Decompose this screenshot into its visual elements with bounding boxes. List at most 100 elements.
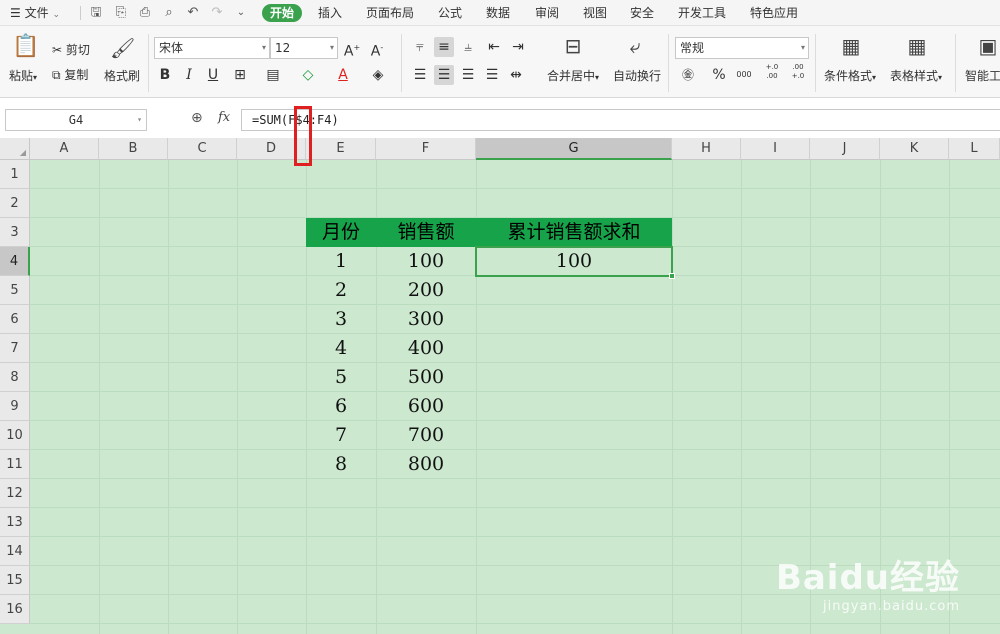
- customize-dropdown-icon[interactable]: ⌄: [233, 5, 249, 21]
- row-header-15[interactable]: 15: [0, 566, 30, 595]
- cell-G7[interactable]: [476, 334, 672, 363]
- decrease-decimal-button[interactable]: .00 +.0: [786, 63, 810, 83]
- row-header-1[interactable]: 1: [0, 160, 30, 189]
- align-top-icon[interactable]: ⫧: [410, 37, 430, 57]
- active-cell-selection[interactable]: [475, 246, 675, 279]
- column-header-F[interactable]: F: [376, 138, 476, 160]
- fill-color-icon[interactable]: ◇: [298, 65, 318, 85]
- column-header-E[interactable]: E: [306, 138, 376, 160]
- cell-G6[interactable]: [476, 305, 672, 334]
- row-header-4[interactable]: 4: [0, 247, 30, 276]
- align-right-icon[interactable]: ☰: [458, 65, 478, 85]
- increase-decimal-button[interactable]: +.0 .00: [760, 63, 784, 83]
- borders-icon[interactable]: ⊞: [230, 65, 250, 85]
- percent-button[interactable]: %: [709, 65, 729, 85]
- conditional-format-button[interactable]: 条件格式▾: [824, 67, 876, 84]
- row-header-6[interactable]: 6: [0, 305, 30, 334]
- column-header-L[interactable]: L: [949, 138, 1000, 160]
- eraser-icon[interactable]: ◈: [368, 65, 388, 85]
- cell-E11[interactable]: 8: [306, 450, 376, 479]
- align-bottom-icon[interactable]: ⫨: [458, 37, 478, 57]
- number-format-select[interactable]: 常规 ▾: [675, 37, 809, 59]
- tab-4[interactable]: 数据: [486, 0, 510, 26]
- row-header-7[interactable]: 7: [0, 334, 30, 363]
- cell-G10[interactable]: [476, 421, 672, 450]
- cell-F5[interactable]: 200: [376, 276, 476, 305]
- tab-9[interactable]: 特色应用: [750, 0, 798, 26]
- cell-F9[interactable]: 600: [376, 392, 476, 421]
- row-header-11[interactable]: 11: [0, 450, 30, 479]
- column-header-B[interactable]: B: [99, 138, 168, 160]
- fill-handle[interactable]: [669, 273, 675, 279]
- tab-7[interactable]: 安全: [630, 0, 654, 26]
- function-button[interactable]: fx: [218, 110, 230, 125]
- row-header-8[interactable]: 8: [0, 363, 30, 392]
- italic-button[interactable]: I: [179, 65, 199, 85]
- tab-5[interactable]: 审阅: [535, 0, 559, 26]
- cut-button[interactable]: ✂ 剪切: [52, 41, 90, 58]
- row-header-2[interactable]: 2: [0, 189, 30, 218]
- cell-E8[interactable]: 5: [306, 363, 376, 392]
- column-header-H[interactable]: H: [672, 138, 741, 160]
- undo-icon[interactable]: ↶: [185, 5, 201, 21]
- row-header-5[interactable]: 5: [0, 276, 30, 305]
- cell-F11[interactable]: 800: [376, 450, 476, 479]
- column-header-K[interactable]: K: [880, 138, 949, 160]
- font-size-select[interactable]: 12 ▾: [270, 37, 338, 59]
- cell-E5[interactable]: 2: [306, 276, 376, 305]
- underline-button[interactable]: U: [203, 65, 223, 85]
- table-header-sales[interactable]: 销售额: [376, 218, 476, 247]
- column-header-I[interactable]: I: [741, 138, 810, 160]
- format-painter-icon[interactable]: ⎘: [113, 5, 129, 21]
- paste-button[interactable]: 粘贴▾: [9, 67, 37, 84]
- row-header-16[interactable]: 16: [0, 595, 30, 624]
- column-header-C[interactable]: C: [168, 138, 237, 160]
- paste-icon[interactable]: 📋: [12, 34, 39, 60]
- cell-F10[interactable]: 700: [376, 421, 476, 450]
- wrap-text-button[interactable]: 自动换行: [613, 67, 661, 84]
- select-all-corner[interactable]: ◢: [0, 138, 30, 160]
- cell-E7[interactable]: 4: [306, 334, 376, 363]
- row-header-13[interactable]: 13: [0, 508, 30, 537]
- tab-1[interactable]: 插入: [318, 0, 342, 26]
- cell-G5[interactable]: [476, 276, 672, 305]
- table-style-button[interactable]: 表格样式▾: [890, 67, 942, 84]
- row-header-14[interactable]: 14: [0, 537, 30, 566]
- cell-F4[interactable]: 100: [376, 247, 476, 276]
- cell-G8[interactable]: [476, 363, 672, 392]
- tab-8[interactable]: 开发工具: [678, 0, 726, 26]
- bold-button[interactable]: B: [155, 65, 175, 85]
- currency-icon[interactable]: ㊎: [678, 65, 698, 85]
- formula-input[interactable]: =SUM(F$4:F4): [241, 109, 1000, 131]
- cell-E4[interactable]: 1: [306, 247, 376, 276]
- column-header-G[interactable]: G: [476, 138, 672, 160]
- decrease-font-icon[interactable]: A-: [367, 38, 387, 60]
- cell-E9[interactable]: 6: [306, 392, 376, 421]
- table-header-month[interactable]: 月份: [306, 218, 376, 247]
- distribute-icon[interactable]: ⇹: [506, 65, 526, 85]
- row-header-9[interactable]: 9: [0, 392, 30, 421]
- cell-style-icon[interactable]: ▤: [263, 65, 283, 85]
- increase-font-icon[interactable]: A+: [342, 38, 362, 60]
- font-name-select[interactable]: 宋体 ▾: [154, 37, 270, 59]
- tab-3[interactable]: 公式: [438, 0, 462, 26]
- tab-0[interactable]: 开始: [262, 4, 303, 22]
- thousands-button[interactable]: 000: [734, 65, 754, 85]
- merge-center-button[interactable]: 合并居中▾: [547, 67, 599, 84]
- smart-tools-button[interactable]: 智能工: [965, 67, 1000, 84]
- print-icon[interactable]: ⎙: [137, 5, 153, 21]
- copy-button[interactable]: ⧉ 复制: [52, 66, 88, 83]
- font-color-icon[interactable]: A: [333, 65, 353, 85]
- align-middle-icon[interactable]: ≡: [434, 37, 454, 57]
- align-center-icon[interactable]: ☰: [434, 65, 454, 85]
- format-painter-button[interactable]: 格式刷: [104, 67, 140, 84]
- zoom-icon[interactable]: ⊕: [191, 110, 203, 126]
- row-header-10[interactable]: 10: [0, 421, 30, 450]
- justify-icon[interactable]: ☰: [482, 65, 502, 85]
- cell-F7[interactable]: 400: [376, 334, 476, 363]
- save-icon[interactable]: 🖫: [88, 5, 104, 21]
- print-preview-icon[interactable]: ⌕: [161, 5, 177, 21]
- column-header-A[interactable]: A: [30, 138, 99, 160]
- cell-F6[interactable]: 300: [376, 305, 476, 334]
- align-left-icon[interactable]: ☰: [410, 65, 430, 85]
